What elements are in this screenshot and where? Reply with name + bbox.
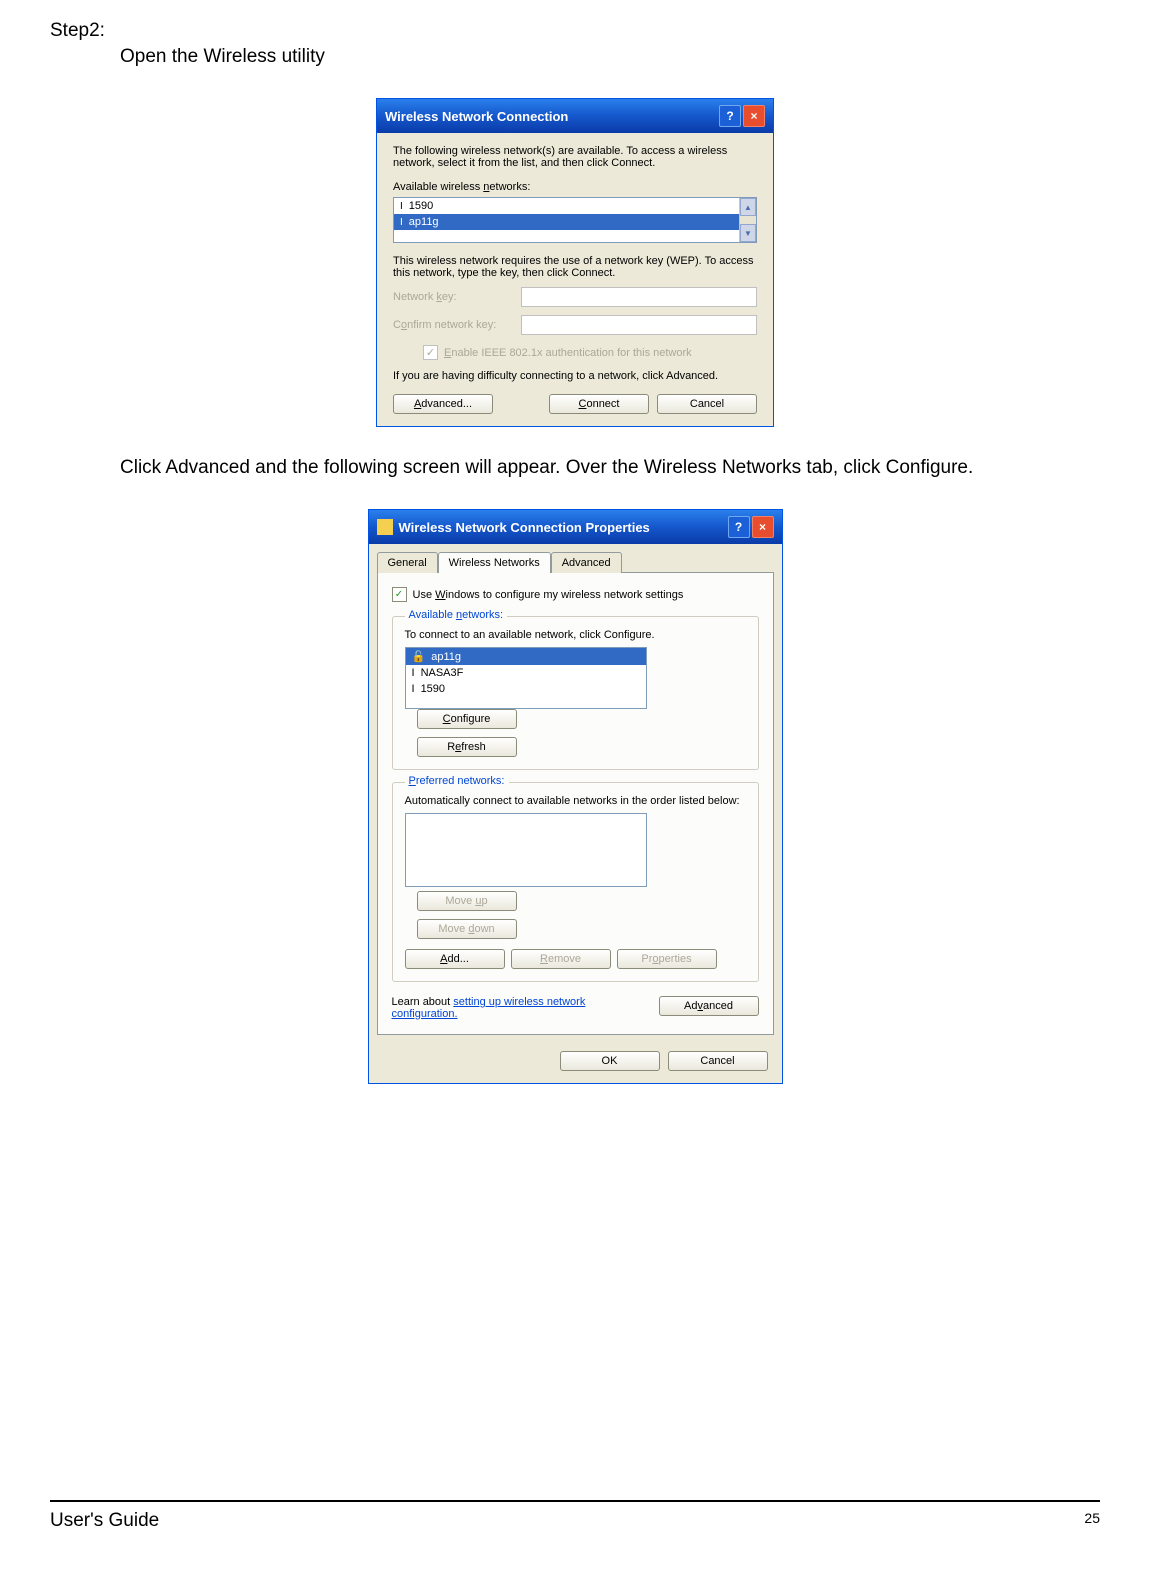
network-list[interactable]: I 1590 I ap11g ▲ ▼: [393, 197, 757, 243]
tab-general[interactable]: General: [377, 552, 438, 573]
network-name: ap11g: [409, 216, 439, 228]
scroll-down-icon[interactable]: ▼: [740, 224, 756, 242]
antenna-icon: I: [412, 667, 415, 679]
list-item[interactable]: I NASA3F: [406, 665, 646, 681]
network-name: ap11g: [431, 651, 461, 663]
available-desc: To connect to an available network, clic…: [405, 629, 746, 641]
info-text: The following wireless network(s) are av…: [393, 145, 757, 169]
preferred-legend: Preferred networks:: [405, 775, 509, 787]
cancel-button[interactable]: Cancel: [657, 394, 757, 414]
ok-button[interactable]: OK: [560, 1051, 660, 1071]
difficulty-text: If you are having difficulty connecting …: [393, 370, 757, 382]
network-item-selected[interactable]: I ap11g: [394, 214, 756, 230]
add-button[interactable]: Add...: [405, 949, 505, 969]
preferred-desc: Automatically connect to available netwo…: [405, 795, 746, 807]
tab-wireless-networks[interactable]: Wireless Networks: [438, 552, 551, 573]
refresh-button[interactable]: Refresh: [417, 737, 517, 757]
advanced-button[interactable]: Advanced...: [393, 394, 493, 414]
preferred-networks-list[interactable]: [405, 813, 647, 887]
titlebar: Wireless Network Connection Properties ?…: [369, 510, 782, 544]
titlebar: Wireless Network Connection ? ×: [377, 99, 773, 133]
move-up-button[interactable]: Move up: [417, 891, 517, 911]
remove-button[interactable]: Remove: [511, 949, 611, 969]
secured-network-icon: 🔓: [412, 650, 426, 663]
confirm-key-input[interactable]: [521, 315, 757, 335]
scrollbar[interactable]: ▲ ▼: [739, 198, 756, 242]
enable-8021x-checkbox[interactable]: [423, 345, 438, 360]
available-legend: Available networks:: [405, 609, 508, 621]
advanced-button[interactable]: Advanced: [659, 996, 759, 1016]
dialog-title: Wireless Network Connection: [385, 109, 568, 124]
help-icon[interactable]: ?: [728, 516, 750, 538]
cancel-button[interactable]: Cancel: [668, 1051, 768, 1071]
scroll-up-icon[interactable]: ▲: [740, 198, 756, 216]
step-number: Step2:: [50, 20, 1100, 42]
use-windows-checkbox[interactable]: ✓: [392, 587, 407, 602]
step-instruction: Open the Wireless utility: [120, 46, 1100, 68]
enable-8021x-label: Enable IEEE 802.1x authentication for th…: [444, 347, 692, 359]
close-icon[interactable]: ×: [752, 516, 774, 538]
confirm-key-label: Confirm network key:: [393, 319, 513, 331]
connect-button[interactable]: Connect: [549, 394, 649, 414]
configure-button[interactable]: Configure: [417, 709, 517, 729]
footer-guide: User's Guide: [50, 1510, 159, 1532]
learn-text: Learn about setting up wireless network …: [392, 996, 622, 1020]
close-icon[interactable]: ×: [743, 105, 765, 127]
network-item[interactable]: I 1590: [394, 198, 756, 214]
use-windows-label: Use Windows to configure my wireless net…: [413, 589, 684, 601]
tab-advanced[interactable]: Advanced: [551, 552, 622, 573]
network-name: 1590: [409, 200, 433, 212]
available-label: Available wireless networks:: [393, 181, 757, 193]
list-item[interactable]: I 1590: [406, 681, 646, 697]
properties-button[interactable]: Properties: [617, 949, 717, 969]
network-name: NASA3F: [421, 667, 464, 679]
wireless-properties-dialog: Wireless Network Connection Properties ?…: [368, 509, 783, 1084]
wireless-icon: [377, 519, 393, 535]
antenna-icon: I: [412, 683, 415, 695]
network-name: 1590: [421, 683, 445, 695]
dialog-title: Wireless Network Connection Properties: [399, 520, 650, 535]
page-number: 25: [1084, 1510, 1100, 1532]
list-item[interactable]: 🔓 ap11g: [406, 648, 646, 665]
move-down-button[interactable]: Move down: [417, 919, 517, 939]
step-description: Click Advanced and the following screen …: [120, 457, 1100, 479]
antenna-icon: I: [400, 201, 403, 212]
wep-text: This wireless network requires the use o…: [393, 255, 757, 279]
network-key-label: Network key:: [393, 291, 513, 303]
antenna-icon: I: [400, 217, 403, 228]
network-key-input[interactable]: [521, 287, 757, 307]
available-networks-list[interactable]: 🔓 ap11g I NASA3F I 1590: [405, 647, 647, 709]
wireless-connection-dialog: Wireless Network Connection ? × The foll…: [376, 98, 774, 427]
help-icon[interactable]: ?: [719, 105, 741, 127]
